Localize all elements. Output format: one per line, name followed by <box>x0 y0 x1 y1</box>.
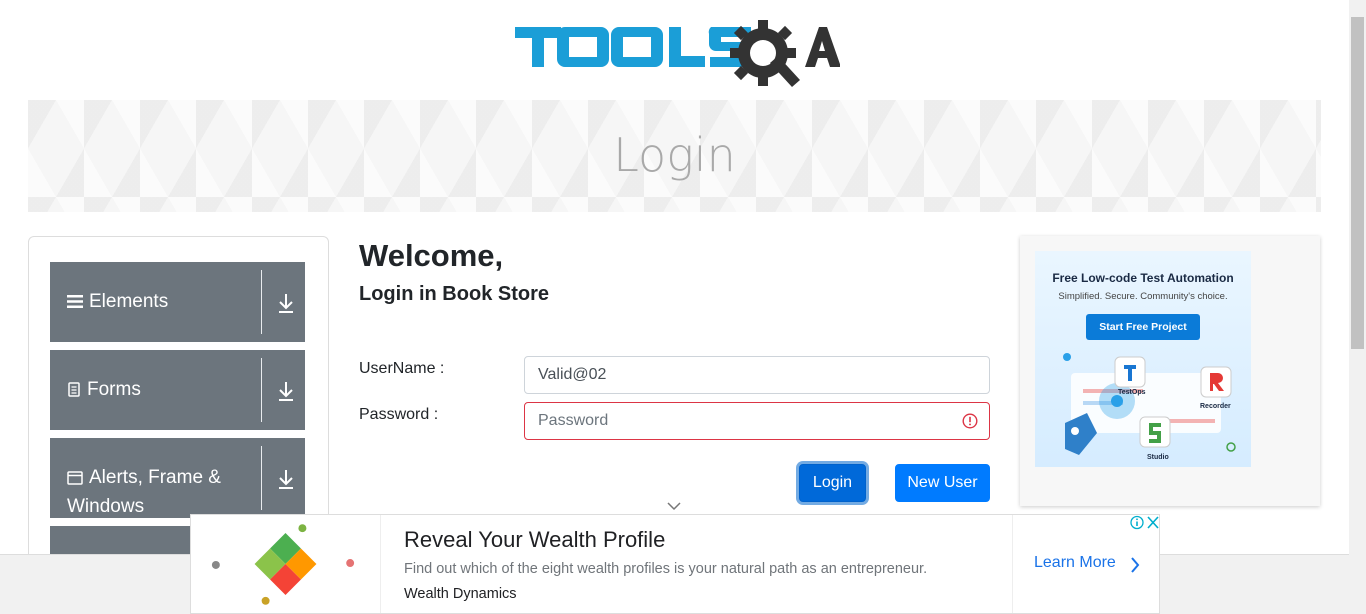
download-arrow-icon[interactable] <box>276 468 296 490</box>
ad-brand: Wealth Dynamics <box>404 586 517 602</box>
error-icon <box>962 413 978 429</box>
ad-product-studio: Studio <box>1147 454 1169 461</box>
password-label: Password : <box>359 406 439 423</box>
download-arrow-icon[interactable] <box>276 380 296 402</box>
page: Login Elements Forms Alerts, Frame & Win… <box>0 0 1366 614</box>
chevron-right-icon[interactable] <box>1130 556 1140 574</box>
group-divider <box>261 270 262 334</box>
ad-headline: Free Low-code Test Automation <box>1052 271 1234 285</box>
welcome-heading: Welcome, <box>359 238 504 273</box>
group-divider <box>261 446 262 510</box>
page-banner: Login <box>28 100 1321 212</box>
new-user-button[interactable]: New User <box>895 464 990 502</box>
ad-tagline: Simplified. Secure. Community's choice. <box>1058 291 1228 302</box>
sidebar-group-forms-label-wrap: Forms <box>67 375 141 404</box>
right-advertisement[interactable]: Free Low-code Test Automation Simplified… <box>1020 236 1320 506</box>
chevron-down-icon[interactable] <box>666 501 682 511</box>
ad-product-recorder: Recorder <box>1200 403 1231 410</box>
vertical-scrollbar[interactable] <box>1349 0 1366 614</box>
window-icon <box>67 471 83 485</box>
document-icon <box>68 382 80 398</box>
start-free-project-button[interactable]: Start Free Project <box>1086 314 1200 340</box>
ad-product-testops: TestOps <box>1118 389 1146 396</box>
password-input[interactable] <box>524 402 990 440</box>
sidebar-group-elements-label-wrap: Elements <box>67 287 168 316</box>
ad-title[interactable]: Reveal Your Wealth Profile <box>404 527 665 553</box>
sidebar-group-alerts-label-wrap: Alerts, Frame & <box>67 463 221 492</box>
sidebar-group-label-line2: Windows <box>67 496 145 517</box>
group-divider <box>261 358 262 422</box>
learn-more-link[interactable]: Learn More <box>1034 554 1116 572</box>
scrollbar-thumb[interactable] <box>1351 17 1364 349</box>
ad-description: Find out which of the eight wealth profi… <box>404 561 928 577</box>
list-icon <box>67 295 83 309</box>
ad-image[interactable] <box>191 515 381 613</box>
sidebar-group-forms[interactable]: Forms <box>50 350 305 430</box>
sidebar-group-label: Alerts, Frame & <box>89 467 221 488</box>
ad-card[interactable]: Free Low-code Test Automation Simplified… <box>1035 251 1251 467</box>
username-label: UserName : <box>359 360 445 377</box>
sidebar-group-elements[interactable]: Elements <box>50 262 305 342</box>
ad-choices-close-icon[interactable] <box>1129 515 1161 530</box>
sidebar-group-label: Elements <box>89 291 169 312</box>
page-title: Login <box>613 128 736 182</box>
sidebar-group-label: Forms <box>87 379 141 400</box>
login-button[interactable]: Login <box>799 464 866 502</box>
sidebar-group-alerts[interactable]: Alerts, Frame & Windows <box>50 438 305 518</box>
username-input[interactable] <box>524 356 990 394</box>
toolsqa-logo[interactable] <box>515 16 840 92</box>
bottom-advertisement[interactable]: Reveal Your Wealth Profile Find out whic… <box>190 514 1160 614</box>
login-subtitle: Login in Book Store <box>359 283 549 305</box>
download-arrow-icon[interactable] <box>276 292 296 314</box>
